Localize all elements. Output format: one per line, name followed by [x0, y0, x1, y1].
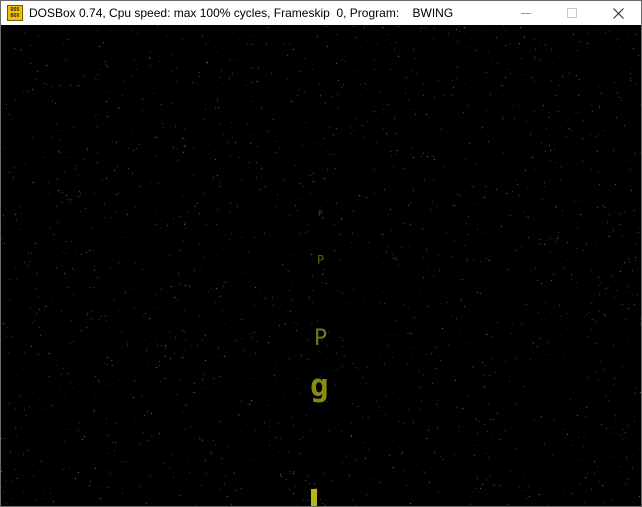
minimize-button[interactable]: [503, 1, 549, 25]
dosbox-icon[interactable]: DOS BOX: [7, 5, 23, 21]
maximize-button[interactable]: [549, 1, 595, 25]
game-character-near: P: [314, 326, 328, 351]
game-screen[interactable]: P P P g: [1, 25, 641, 506]
minimize-icon: [521, 13, 531, 14]
maximize-icon: [567, 8, 577, 18]
player-ship: [311, 489, 317, 506]
close-icon: [612, 7, 624, 19]
dosbox-window: DOS BOX DOSBox 0.74, Cpu speed: max 100%…: [0, 0, 642, 507]
close-button[interactable]: [595, 1, 641, 25]
dosbox-icon-line2: BOX: [10, 13, 20, 19]
game-character-far: P: [318, 209, 323, 218]
game-character-mid: P: [317, 253, 325, 267]
game-character-nearest: g: [310, 368, 329, 404]
window-title: DOSBox 0.74, Cpu speed: max 100% cycles,…: [29, 6, 454, 20]
title-bar[interactable]: DOS BOX DOSBox 0.74, Cpu speed: max 100%…: [1, 1, 641, 25]
